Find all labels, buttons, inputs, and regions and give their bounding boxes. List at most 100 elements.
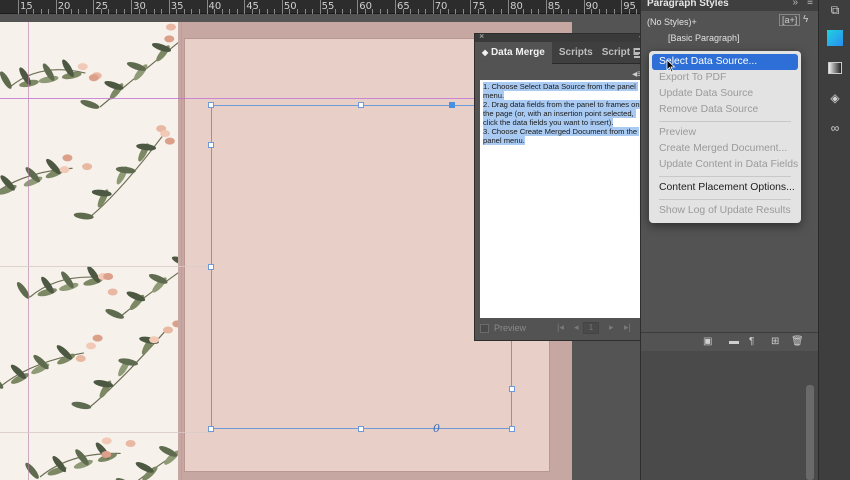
next-record-icon[interactable]: ▸ bbox=[609, 322, 614, 333]
ruler-tick bbox=[63, 9, 65, 14]
margin-guide bbox=[0, 98, 474, 99]
ruler-tick bbox=[440, 9, 442, 14]
style-item[interactable]: [Basic Paragraph] bbox=[668, 33, 740, 43]
ruler-tick bbox=[372, 9, 374, 14]
ruler-tick bbox=[251, 9, 253, 14]
current-style-label: (No Styles)+ bbox=[647, 17, 697, 27]
ruler-tick bbox=[560, 9, 562, 14]
close-panel-icon[interactable]: × bbox=[479, 31, 484, 41]
chevron-updown-icon: ◆ bbox=[482, 47, 489, 57]
ruler-tick bbox=[568, 9, 570, 14]
ruler-tick bbox=[462, 9, 464, 14]
panel-icon-strip: ⧉ ◈ ∞ bbox=[818, 0, 850, 480]
ruler-tick bbox=[477, 9, 479, 14]
paragraph-style-icon[interactable]: ¶ bbox=[749, 336, 754, 347]
grid-guide bbox=[0, 432, 211, 433]
ruler-tick bbox=[606, 9, 608, 14]
frame-handle-left-upper[interactable] bbox=[208, 142, 214, 148]
ruler-tick bbox=[214, 9, 216, 14]
tab-scripts[interactable]: Scripts bbox=[552, 42, 600, 64]
frame-handle-bottom[interactable] bbox=[358, 426, 364, 432]
ruler-tick bbox=[417, 9, 419, 14]
menu-item-update-data-source: Update Data Source bbox=[659, 88, 754, 99]
preview-label: Preview bbox=[494, 323, 527, 333]
panel-footer: Preview |◂ ◂ 1 ▸ ▸| bbox=[475, 318, 649, 340]
ruler-tick bbox=[621, 0, 623, 14]
ruler-tick bbox=[100, 9, 102, 14]
frame-handle-right[interactable] bbox=[509, 386, 515, 392]
ruler-tick bbox=[40, 9, 42, 14]
ruler-tick bbox=[274, 9, 276, 14]
ruler-tick bbox=[402, 9, 404, 14]
menu-separator bbox=[659, 176, 791, 177]
data-field-list[interactable]: 1. Choose Select Data Source from the pa… bbox=[480, 80, 646, 318]
ruler-tick bbox=[93, 0, 95, 14]
ruler-tick bbox=[327, 9, 329, 14]
frame-handle-bottom-left[interactable] bbox=[208, 426, 214, 432]
tab-data-merge[interactable]: ◆ Data Merge bbox=[475, 41, 552, 64]
ruler-tick bbox=[168, 0, 170, 14]
links-icon[interactable]: ∞ bbox=[825, 118, 845, 138]
new-group-icon[interactable]: ▣ bbox=[703, 336, 712, 347]
ruler-tick bbox=[85, 9, 87, 14]
horizontal-ruler[interactable]: 15 20 25 30 35 40 45 50 55 60 65 70 75 80 85 90 95 bbox=[0, 0, 653, 14]
frame-in-port[interactable] bbox=[449, 102, 455, 108]
layers-icon[interactable]: ◈ bbox=[825, 88, 845, 108]
ruler-tick bbox=[176, 9, 178, 14]
text-frame[interactable] bbox=[211, 105, 512, 429]
ruler-tick bbox=[545, 0, 547, 14]
menu-item-update-content-in-data-fields: Update Content in Data Fields bbox=[659, 159, 799, 170]
record-number-field[interactable]: 1 bbox=[583, 322, 599, 334]
ruler-tick bbox=[78, 9, 80, 14]
ruler-tick bbox=[342, 9, 344, 14]
color-swatch-icon[interactable] bbox=[825, 28, 845, 48]
collapse-icon[interactable]: » bbox=[792, 0, 798, 8]
preview-checkbox[interactable] bbox=[480, 324, 489, 333]
style-override-icon[interactable]: [a+] bbox=[779, 14, 801, 26]
ruler-tick bbox=[425, 9, 427, 14]
frame-handle-left[interactable] bbox=[208, 264, 214, 270]
mouse-cursor-icon bbox=[666, 59, 676, 73]
panel-menu-icon[interactable]: ≡ bbox=[807, 0, 813, 8]
ruler-tick bbox=[18, 0, 19, 14]
column-guide bbox=[28, 22, 29, 480]
ruler-tick bbox=[575, 9, 577, 14]
folder-icon[interactable]: ▬ bbox=[729, 336, 739, 347]
frame-handle-bottom-right[interactable] bbox=[509, 426, 515, 432]
ruler-tick bbox=[583, 0, 585, 14]
ruler-tick bbox=[455, 9, 457, 14]
panel-tabs: ◆ Data Merge Scripts Script L bbox=[475, 41, 649, 64]
ruler-tick bbox=[523, 9, 525, 14]
ruler-tick bbox=[281, 0, 283, 14]
cc-libraries-icon[interactable]: ⧉ bbox=[825, 0, 845, 20]
ruler-tick bbox=[206, 0, 208, 14]
panel-header: Paragraph Styles » ≡ bbox=[641, 0, 818, 11]
ruler-tick bbox=[259, 9, 261, 14]
trash-icon[interactable]: 🗑 bbox=[791, 336, 804, 347]
ruler-tick bbox=[500, 9, 502, 14]
frame-handle-top-left[interactable] bbox=[208, 102, 214, 108]
grid-guide bbox=[0, 266, 211, 267]
floral-pattern-image[interactable] bbox=[0, 22, 178, 480]
out-port-icon[interactable]: 0 bbox=[433, 422, 440, 435]
ruler-tick bbox=[131, 0, 133, 14]
panel-title[interactable]: Paragraph Styles bbox=[647, 0, 729, 9]
scrollbar[interactable] bbox=[806, 385, 814, 480]
gradient-icon[interactable] bbox=[825, 58, 845, 78]
first-record-icon[interactable]: |◂ bbox=[557, 322, 564, 333]
quick-apply-icon[interactable]: ϟ bbox=[803, 14, 808, 25]
ruler-tick bbox=[447, 9, 449, 14]
ruler-tick bbox=[628, 9, 630, 14]
new-style-icon[interactable]: ⊞ bbox=[771, 336, 779, 347]
ruler-tick bbox=[221, 9, 223, 14]
ruler-tick bbox=[116, 9, 118, 14]
previous-record-icon[interactable]: ◂ bbox=[574, 322, 579, 333]
menu-separator bbox=[659, 199, 791, 200]
menu-item-content-placement-options[interactable]: Content Placement Options... bbox=[649, 180, 801, 196]
ruler-tick bbox=[55, 0, 57, 14]
ruler-tick bbox=[236, 9, 238, 14]
frame-handle-top[interactable] bbox=[358, 102, 364, 108]
ruler-tick bbox=[296, 9, 298, 14]
ruler-tick bbox=[108, 9, 110, 14]
last-record-icon[interactable]: ▸| bbox=[624, 322, 631, 333]
